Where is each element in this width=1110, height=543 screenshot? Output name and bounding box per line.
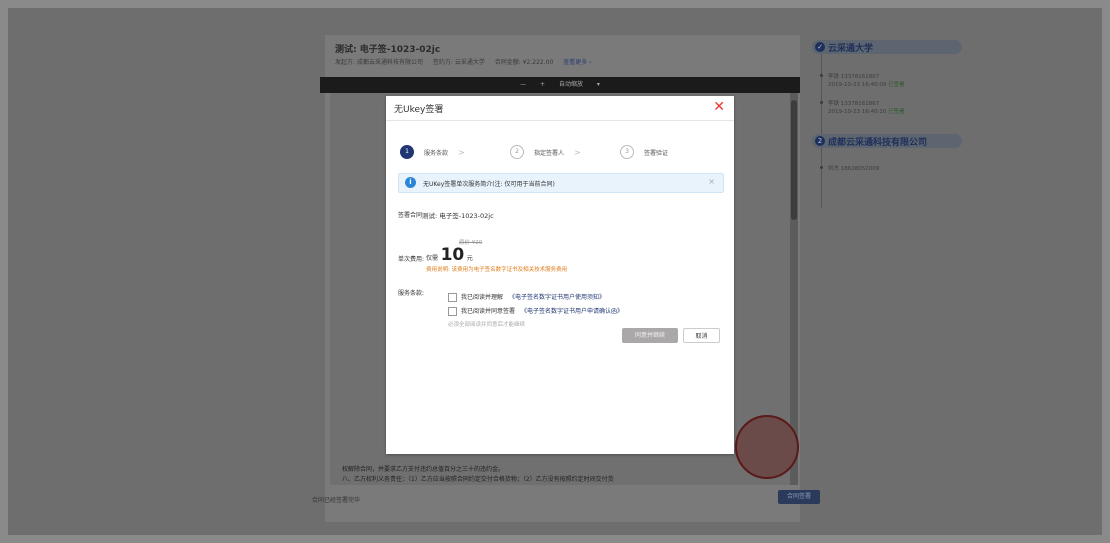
- timeline-entry: 刘杰 18628052009: [828, 166, 880, 172]
- close-icon[interactable]: ✕: [713, 99, 725, 115]
- contract-sign-button[interactable]: 合同签署: [778, 490, 820, 504]
- zoom-in-button[interactable]: +: [540, 81, 545, 88]
- ukey-free-sign-dialog: 无Ukey签署 ✕ 1 服务条款 > 2 指定签署人 > 3 签署验证 i 无UKey签署…: [386, 96, 734, 454]
- price-prefix: 仅需: [426, 255, 439, 262]
- check-icon: ✓: [815, 42, 825, 52]
- party-name: 成都云采通科技有限公司: [828, 138, 928, 148]
- chevron-down-icon[interactable]: ▾: [597, 81, 600, 88]
- alert-close-icon[interactable]: ×: [708, 177, 715, 186]
- meta-signer: 云采通大学: [454, 59, 485, 66]
- price-value: 10: [440, 245, 465, 265]
- step-indicator: 1 服务条款 > 2 指定签署人 > 3 签署验证: [400, 145, 720, 159]
- term-text: 我已阅读并理解: [461, 294, 504, 301]
- timeline-dot: [820, 166, 823, 169]
- info-alert: i 无UKey签署单次服务简介(注: 仅可用于当前合同) ×: [398, 173, 724, 193]
- timeline-entry: 李铁 13378161867 2019-10-23 16:40:10 已签署: [828, 101, 905, 115]
- zoom-out-button[interactable]: —: [520, 81, 526, 88]
- contract-text-line: 八、乙方权利义务责任：（1）乙方应当按照合同约定交付合格货物；（2）乙方没有按照…: [342, 476, 614, 483]
- dialog-title: 无Ukey签署: [394, 105, 444, 115]
- fee-note: 费用说明: 该费用为电子签名数字证书及相关技术服务费用: [426, 267, 568, 273]
- dialog-header: 无Ukey签署 ✕: [386, 96, 734, 121]
- step-sign-verify: 3 签署验证: [620, 145, 668, 159]
- chevron-right-icon: >: [574, 147, 581, 157]
- timeline-party: 2 成都云采通科技有限公司: [812, 134, 962, 148]
- term-read-understand[interactable]: 我已阅读并理解 《电子签名数字证书用户使用须知》: [448, 292, 605, 302]
- info-text: 无UKey签署单次服务简介(注: 仅可用于当前合同): [423, 181, 555, 188]
- step-assign-signer: 2 指定签署人 >: [510, 145, 581, 159]
- viewer-scrollbar-thumb[interactable]: [791, 100, 797, 220]
- checkbox[interactable]: [448, 293, 457, 302]
- term-text: 我已阅读并同意签署: [461, 308, 516, 315]
- checkbox[interactable]: [448, 307, 457, 316]
- terms-link[interactable]: 《电子签名数字证书用户使用须知》: [509, 294, 605, 301]
- contract-value: 测试: 电子签-1023-02jc: [422, 212, 494, 220]
- party-name: 云采通大学: [828, 44, 874, 54]
- term-read-agree[interactable]: 我已阅读并同意签署 《电子签名数字证书用户申请确认函》: [448, 306, 623, 316]
- price: 仅需 10 元: [426, 245, 473, 265]
- terms-link[interactable]: 《电子签名数字证书用户申请确认函》: [521, 308, 623, 315]
- step-number: 2: [815, 136, 825, 146]
- pdf-viewer-toolbar: — + 自动缩放 ▾: [320, 77, 800, 93]
- timeline-connector: [821, 148, 822, 208]
- meta-signer-label: 签约方:: [432, 59, 453, 66]
- cancel-button[interactable]: 取消: [683, 328, 720, 343]
- step-service-terms: 1 服务条款 >: [400, 145, 465, 159]
- agree-continue-button[interactable]: 同意并继续: [622, 328, 678, 343]
- price-unit: 元: [466, 255, 473, 262]
- contract-meta: 发起方: 成都云采通科技有限公司 签约方: 云采通大学 合同金额: ¥2,222…: [335, 57, 592, 66]
- timeline-dot: [820, 74, 823, 77]
- timeline-party: ✓ 云采通大学: [812, 40, 962, 54]
- fee-label: 单次费用:: [398, 256, 425, 263]
- info-icon: i: [405, 177, 416, 188]
- terms-hint: 必须全部阅读并同意后才能继续: [448, 322, 526, 328]
- terms-label: 服务条款:: [398, 290, 425, 297]
- footer-status: 合同已经签署完毕: [312, 497, 361, 504]
- meta-sender-label: 发起方:: [335, 59, 356, 66]
- company-seal: [735, 415, 799, 479]
- view-more-link[interactable]: 查看更多 ›: [563, 59, 591, 66]
- timeline-dot: [820, 101, 823, 104]
- meta-sender: 成都云采通科技有限公司: [356, 59, 423, 66]
- meta-amount-label: 合同金额:: [494, 59, 521, 66]
- contract-text-line: 权解除合同，并要求乙方支付违约总值百分之三十的违约金。: [342, 466, 505, 473]
- contract-label: 签署合同:: [398, 212, 425, 219]
- contract-title: 测试: 电子签-1023-02jc: [335, 45, 441, 55]
- meta-amount: ¥2,222.00: [522, 59, 554, 66]
- timeline-connector: [821, 54, 822, 134]
- chevron-right-icon: >: [458, 147, 465, 157]
- zoom-select[interactable]: 自动缩放: [559, 81, 583, 88]
- timeline-entry: 李铁 13378161867 2019-10-23 16:40:09 已签署: [828, 74, 905, 88]
